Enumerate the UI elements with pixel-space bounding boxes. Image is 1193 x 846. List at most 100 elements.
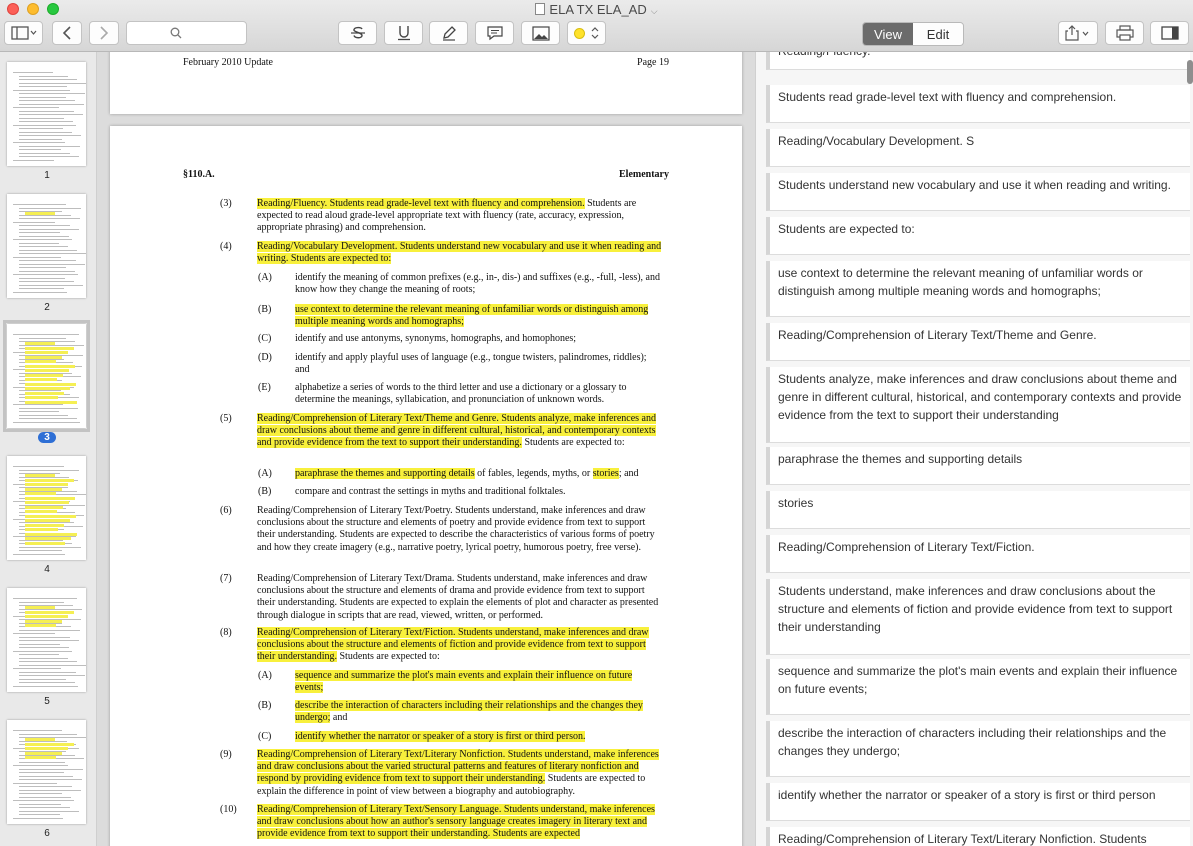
thumbnail-text-line [13, 466, 64, 467]
highlighted-text[interactable]: use context to determine the relevant me… [295, 304, 649, 328]
item-text[interactable]: identify and apply playful uses of langu… [295, 352, 661, 376]
annotation-note[interactable]: Reading/Fluency. [766, 52, 1190, 70]
item-number: (A) [258, 272, 272, 283]
item-text[interactable]: Reading/Comprehension of Literary Text/P… [257, 505, 663, 554]
thumbnail-highlight [25, 492, 56, 495]
insert-image-button[interactable] [521, 21, 560, 45]
annotation-note[interactable]: Students analyze, make inferences and dr… [766, 367, 1190, 443]
item-text[interactable]: identify the meaning of common prefixes … [295, 272, 661, 296]
thumbnail-highlight [25, 501, 69, 504]
annotation-note[interactable]: Students understand, make inferences and… [766, 579, 1190, 655]
thumbnail-text-line [13, 159, 54, 161]
item-text[interactable]: Reading/Vocabulary Development. Students… [257, 241, 663, 265]
highlighted-text[interactable]: Reading/Fluency. Students read grade-lev… [257, 198, 585, 209]
item-text[interactable]: paraphrase the themes and supporting det… [295, 468, 661, 480]
item-number: (A) [258, 670, 272, 681]
highlighted-text[interactable]: Reading/Comprehension of Literary Text/S… [257, 804, 655, 840]
thumbnail-text-line [19, 682, 75, 683]
item-text[interactable]: Reading/Comprehension of Literary Text/L… [257, 749, 663, 798]
annotation-note[interactable]: identify whether the narrator or speaker… [766, 783, 1190, 821]
highlighted-text[interactable]: identify whether the narrator or speaker… [295, 731, 586, 742]
annotation-note[interactable]: stories [766, 491, 1190, 529]
highlighted-text[interactable]: describe the interaction of characters i… [295, 700, 643, 724]
thumbnail-text-line [19, 288, 64, 289]
annotation-note[interactable]: Students understand new vocabulary and u… [766, 173, 1190, 211]
item-text[interactable]: identify and use antonyms, synonyms, hom… [295, 333, 661, 345]
forward-button[interactable] [89, 21, 119, 45]
strikethrough-button[interactable] [338, 21, 377, 45]
page-thumbnail[interactable] [7, 62, 86, 166]
thumbnail-highlight [25, 212, 55, 215]
annotation-note[interactable]: Reading/Comprehension of Literary Text/F… [766, 535, 1190, 573]
highlighted-text[interactable]: Reading/Comprehension of Literary Text/T… [257, 413, 656, 449]
thumbnail-text-line [13, 89, 70, 91]
highlighted-text[interactable]: Reading/Comprehension of Literary Text/L… [257, 749, 659, 785]
thumbnail-text-line [13, 204, 66, 205]
item-text[interactable]: use context to determine the relevant me… [295, 304, 661, 328]
page-thumbnail[interactable] [7, 588, 86, 692]
thumbnail-highlight [25, 387, 70, 390]
highlighted-text[interactable]: sequence and summarize the plot's main e… [295, 670, 633, 694]
annotation-note[interactable]: Students read grade-level text with flue… [766, 85, 1190, 123]
search-input[interactable] [126, 21, 247, 45]
highlighted-text[interactable]: Reading/Vocabulary Development. Students… [257, 241, 662, 265]
annotation-note[interactable]: describe the interaction of characters i… [766, 721, 1190, 777]
thumbnail-highlight [25, 373, 63, 377]
annotation-panel-button[interactable] [1150, 21, 1189, 45]
item-text[interactable]: identify whether the narrator or speaker… [295, 731, 661, 743]
print-button[interactable] [1105, 21, 1144, 45]
item-text[interactable]: compare and contrast the settings in myt… [295, 486, 661, 498]
underline-button[interactable] [384, 21, 423, 45]
page-thumbnail[interactable] [7, 720, 86, 824]
item-text[interactable]: Reading/Fluency. Students read grade-lev… [257, 198, 663, 235]
thumbnail-text-line [13, 107, 59, 108]
thumbnail-text-line [19, 284, 83, 286]
annotation-note[interactable]: Reading/Comprehension of Literary Text/T… [766, 323, 1190, 361]
item-number: (5) [220, 413, 232, 424]
thumbnail-text-line [19, 79, 77, 80]
document-page: §110.A. Elementary (3) Reading/Fluency. S… [110, 126, 742, 846]
thumbnail-highlight [25, 364, 75, 368]
thumbnail-text-line [19, 678, 66, 680]
item-number: (3) [220, 198, 232, 209]
page-number-label: 5 [44, 696, 50, 707]
item-text[interactable]: Reading/Comprehension of Literary Text/F… [257, 627, 663, 664]
annotation-note[interactable]: use context to determine the relevant me… [766, 261, 1190, 317]
annotation-note[interactable]: sequence and summarize the plot's main e… [766, 659, 1190, 715]
item-text[interactable]: describe the interaction of characters i… [295, 700, 661, 724]
item-text[interactable]: sequence and summarize the plot's main e… [295, 670, 661, 694]
thumbnail-text-line [19, 86, 67, 87]
highlighted-text[interactable]: paraphrase the themes and supporting det… [295, 468, 475, 479]
annotation-note[interactable]: Students are expected to: [766, 217, 1190, 255]
thumbnail-highlight [25, 510, 57, 513]
edit-tab[interactable]: Edit [913, 23, 963, 45]
view-tab[interactable]: View [863, 23, 913, 45]
forward-arrow-icon [100, 26, 109, 40]
annotation-note[interactable]: Reading/Comprehension of Literary Text/L… [766, 827, 1190, 846]
item-text[interactable]: Reading/Comprehension of Literary Text/T… [257, 413, 663, 450]
item-number: (10) [220, 804, 237, 815]
sidebar-toggle-button[interactable] [4, 21, 43, 45]
item-text[interactable]: alphabetize a series of words to the thi… [295, 382, 661, 406]
window-title[interactable]: ELA TX ELA_AD ⌵ [0, 2, 1193, 17]
item-text[interactable]: Reading/Comprehension of Literary Text/S… [257, 804, 663, 841]
add-note-button[interactable] [475, 21, 514, 45]
item-text[interactable]: Reading/Comprehension of Literary Text/D… [257, 573, 663, 622]
thumbnail-highlight [25, 523, 64, 527]
highlight-color-button[interactable] [567, 21, 606, 45]
thumbnail-text-line [19, 152, 70, 154]
highlighted-text[interactable]: stories [592, 468, 619, 479]
page-thumbnail[interactable] [7, 194, 86, 298]
annotation-note[interactable]: paraphrase the themes and supporting det… [766, 447, 1190, 485]
thumbnail-text-line [13, 221, 55, 223]
thumbnail-text-line [19, 103, 84, 105]
notes-scrollbar[interactable] [1187, 60, 1193, 84]
share-button[interactable] [1058, 21, 1098, 45]
page-thumbnail[interactable] [7, 456, 86, 560]
page-thumbnail[interactable] [3, 320, 90, 432]
annotation-note[interactable]: Reading/Vocabulary Development. S [766, 129, 1190, 167]
back-button[interactable] [52, 21, 82, 45]
highlighted-text[interactable]: Reading/Comprehension of Literary Text/F… [257, 627, 649, 663]
document-viewer[interactable]: February 2010 Update Page 19 §110.A. Ele… [97, 52, 755, 846]
highlight-pen-button[interactable] [429, 21, 468, 45]
